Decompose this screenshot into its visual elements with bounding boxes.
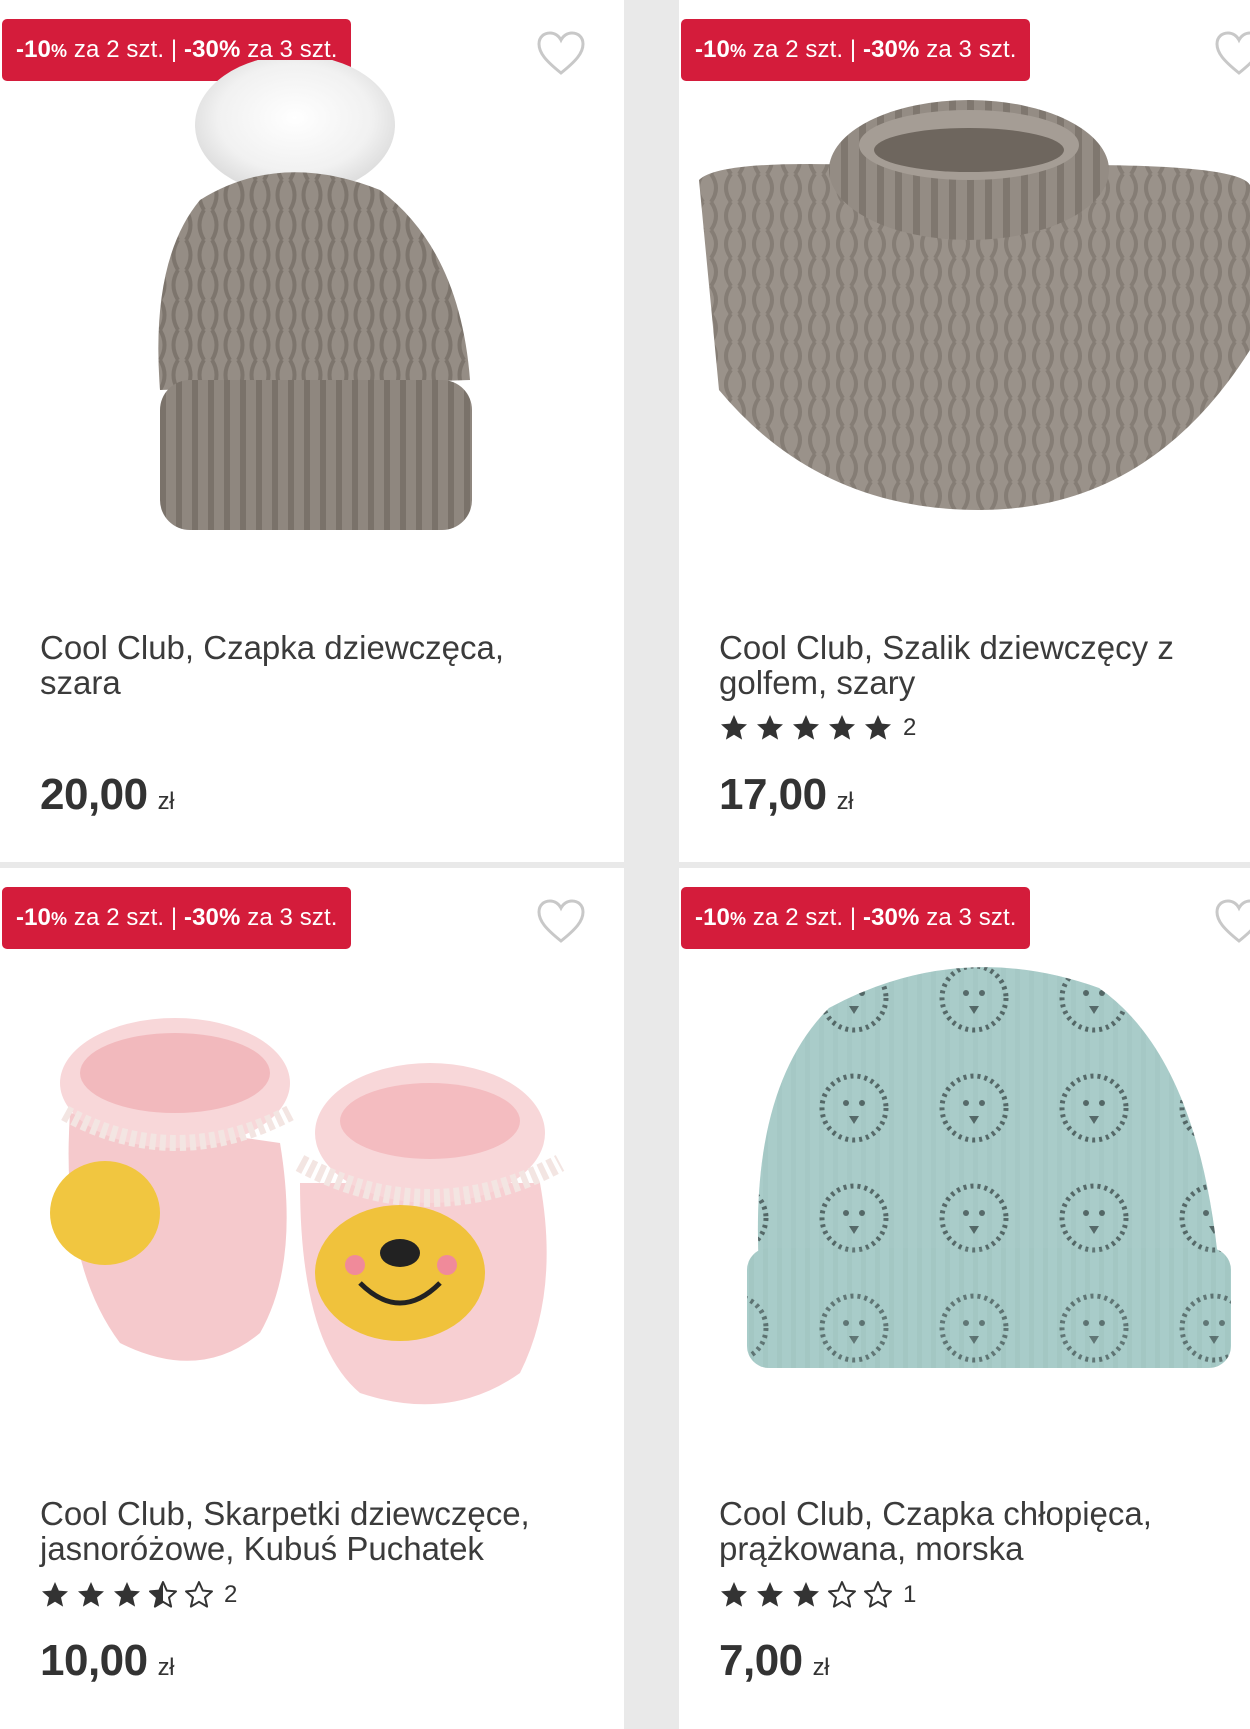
star-filled-icon xyxy=(114,1582,140,1607)
star-empty-icon xyxy=(864,1581,892,1608)
promo-badge: -10% za 2 szt. | -30% za 3 szt. xyxy=(681,887,1030,949)
star-half-icon xyxy=(149,1581,177,1608)
product-name[interactable]: Cool Club, Skarpetki dziewczęce, jasnoró… xyxy=(40,1496,580,1566)
star-rating: 2 xyxy=(719,713,916,743)
promo-badge: -10% za 2 szt. | -30% za 3 szt. xyxy=(2,887,351,949)
heart-icon[interactable] xyxy=(1214,30,1250,76)
product-image[interactable] xyxy=(679,90,1250,530)
star-filled-icon xyxy=(829,715,855,740)
star-filled-icon xyxy=(865,715,891,740)
product-image[interactable] xyxy=(679,948,1250,1408)
product-name[interactable]: Cool Club, Czapka dziewczęca, szara xyxy=(40,630,580,700)
product-card[interactable]: -10% za 2 szt. | -30% za 3 szt. Cool Clu… xyxy=(0,868,624,1729)
promo-badge: -10% za 2 szt. | -30% za 3 szt. xyxy=(681,19,1030,81)
star-filled-icon xyxy=(793,1582,819,1607)
heart-icon[interactable] xyxy=(536,898,586,944)
product-name[interactable]: Cool Club, Czapka chłopięca, prążkowana,… xyxy=(719,1496,1239,1566)
star-filled-icon xyxy=(42,1582,68,1607)
review-count: 1 xyxy=(903,1581,917,1608)
star-empty-icon xyxy=(185,1581,213,1608)
review-count: 2 xyxy=(903,714,917,741)
star-filled-icon xyxy=(721,715,747,740)
product-card[interactable]: -10% za 2 szt. | -30% za 3 szt. Cool Clu… xyxy=(679,868,1250,1729)
product-image[interactable] xyxy=(0,60,624,600)
star-filled-icon xyxy=(721,1582,747,1607)
product-price: 17,00 zł xyxy=(719,770,853,819)
heart-icon[interactable] xyxy=(1214,898,1250,944)
product-card[interactable]: -10% za 2 szt. | -30% za 3 szt. Cool Clu… xyxy=(679,0,1250,862)
star-filled-icon xyxy=(793,715,819,740)
star-rating: 1 xyxy=(719,1580,916,1610)
product-card[interactable]: -10% za 2 szt. | -30% za 3 szt. Cool Clu… xyxy=(0,0,624,862)
star-rating: 2 xyxy=(40,1580,237,1610)
product-image[interactable] xyxy=(0,963,624,1423)
star-filled-icon xyxy=(757,1582,783,1607)
product-price: 7,00 zł xyxy=(719,1636,829,1685)
star-filled-icon xyxy=(757,715,783,740)
star-filled-icon xyxy=(78,1582,104,1607)
product-name[interactable]: Cool Club, Szalik dziewczęcy z golfem, s… xyxy=(719,630,1239,700)
review-count: 2 xyxy=(224,1581,238,1608)
star-empty-icon xyxy=(828,1581,856,1608)
product-price: 10,00 zł xyxy=(40,1636,174,1685)
product-price: 20,00 zł xyxy=(40,770,174,819)
